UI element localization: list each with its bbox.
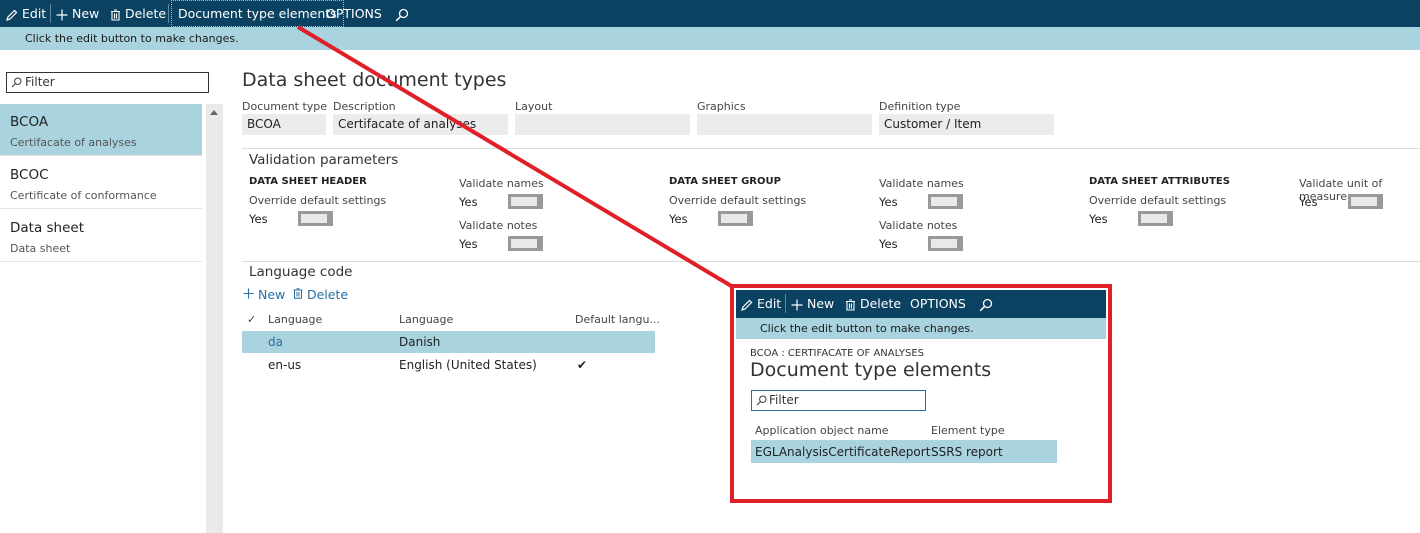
- divider: [785, 294, 786, 313]
- popup-message-bar: Click the edit button to make changes.: [736, 318, 1106, 339]
- column-header-element-type[interactable]: Element type: [931, 424, 1005, 437]
- annotation-arrow: [296, 25, 740, 292]
- trash-icon: [846, 298, 855, 311]
- search-icon: [756, 395, 767, 406]
- pencil-icon: [741, 299, 753, 311]
- search-icon[interactable]: [979, 290, 993, 318]
- popup-new-label: New: [806, 296, 835, 311]
- popup-action-pane: Edit New Delete OPTIONS: [736, 290, 1106, 318]
- popup-delete-label: Delete: [859, 296, 902, 311]
- popup-options-tab[interactable]: OPTIONS: [910, 290, 966, 318]
- popup-edit-label: Edit: [756, 296, 782, 311]
- table-row[interactable]: EGLAnalysisCertificateReport SSRS report: [751, 440, 1057, 463]
- popup-filter-placeholder: Filter: [769, 393, 799, 407]
- popup-title: Document type elements: [750, 359, 992, 381]
- popup-edit-button[interactable]: Edit: [741, 290, 781, 318]
- popup-delete-button[interactable]: Delete: [845, 290, 901, 318]
- column-header-application-object-name[interactable]: Application object name: [755, 424, 889, 437]
- popup-caption: BCOA : CERTIFACATE OF ANALYSES: [750, 348, 924, 359]
- element-type-cell: SSRS report: [931, 445, 1003, 459]
- annotation-callout: Edit New Delete OPTIONS Click the edit b…: [730, 284, 1112, 503]
- plus-icon: [791, 299, 803, 310]
- popup-filter-input[interactable]: Filter: [751, 390, 926, 411]
- application-object-name-cell: EGLAnalysisCertificateReport: [755, 445, 931, 459]
- popup-new-button[interactable]: New: [791, 290, 834, 318]
- popup-options-label: OPTIONS: [910, 296, 966, 311]
